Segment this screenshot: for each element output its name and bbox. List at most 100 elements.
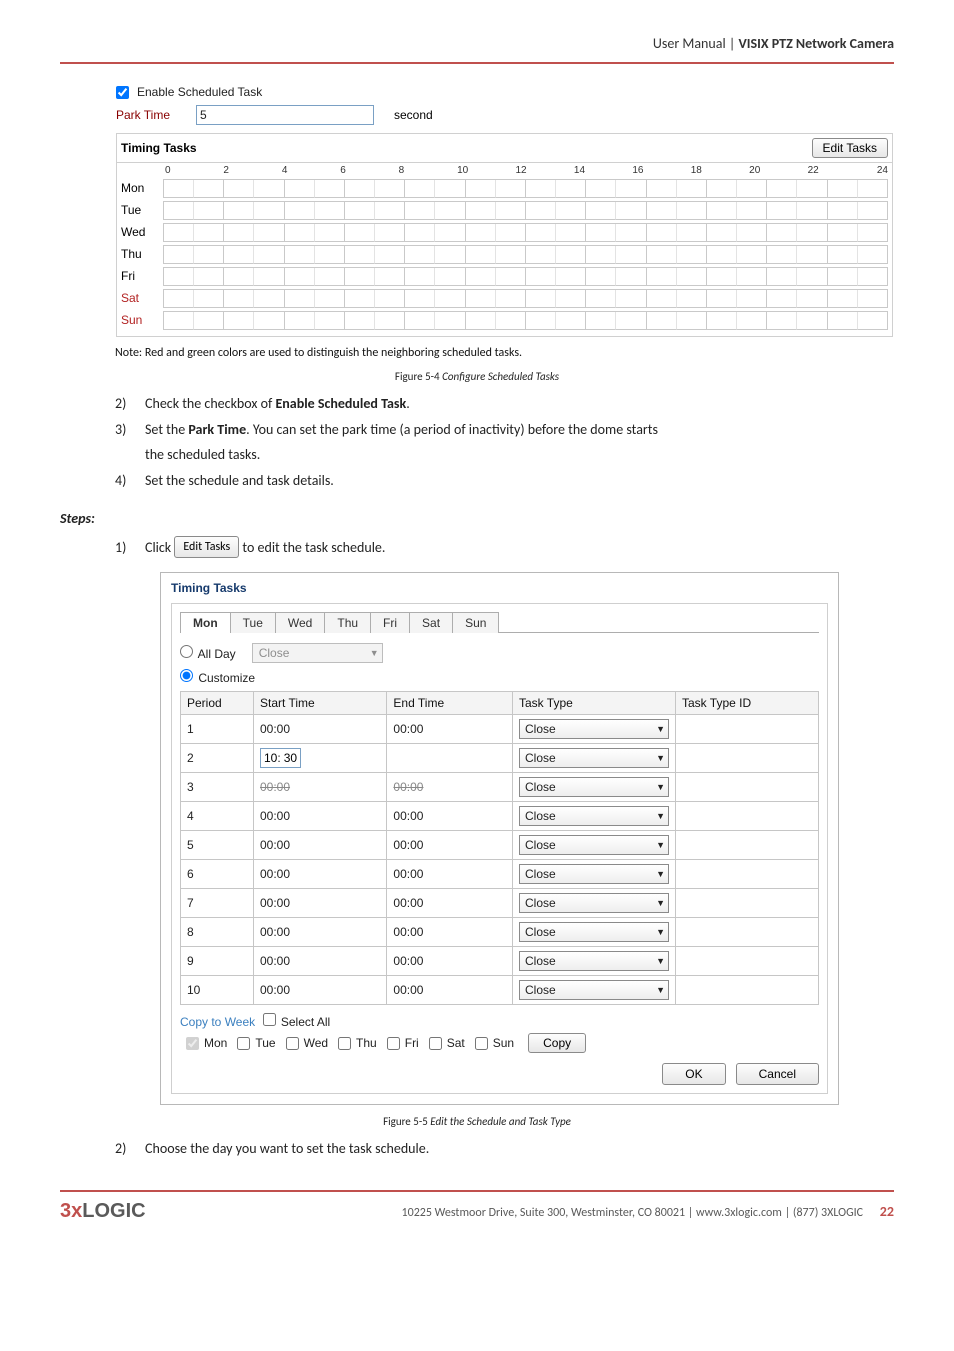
schedule-cells[interactable] [163, 289, 888, 308]
tab-sat[interactable]: Sat [409, 612, 453, 633]
table-row: 700:0000:00Close▼ [181, 889, 819, 918]
schedule-cells[interactable] [163, 311, 888, 330]
task-type-cell[interactable]: Close▼ [513, 947, 676, 976]
schedule-cells[interactable] [163, 245, 888, 264]
schedule-row: Thu [121, 244, 888, 264]
ok-button[interactable]: OK [662, 1063, 725, 1085]
copy-button[interactable]: Copy [528, 1033, 586, 1053]
task-type-cell[interactable]: Close▼ [513, 802, 676, 831]
tab-tue[interactable]: Tue [230, 612, 276, 633]
tab-fri[interactable]: Fri [370, 612, 410, 633]
task-type-select[interactable]: Close▼ [519, 893, 669, 913]
end-time-cell[interactable]: 00:00 [387, 889, 513, 918]
table-row: 210 : 30Close▼ [181, 744, 819, 773]
page-number: 22 [880, 1203, 894, 1220]
end-time-cell[interactable]: 00:00 [387, 802, 513, 831]
copy-sun-checkbox[interactable] [475, 1037, 488, 1050]
schedule-cells[interactable] [163, 223, 888, 242]
period-cell: 6 [181, 860, 254, 889]
task-type-cell[interactable]: Close▼ [513, 773, 676, 802]
start-time-cell[interactable]: 00:00 [254, 831, 387, 860]
allday-radio-label[interactable]: All Day [180, 645, 236, 661]
copy-thu-checkbox[interactable] [338, 1037, 351, 1050]
scheduled-task-panel: Enable Scheduled Task Park Time second T… [115, 82, 894, 338]
tab-mon[interactable]: Mon [180, 612, 231, 633]
task-type-id-cell [676, 744, 819, 773]
task-type-select[interactable]: Close▼ [519, 835, 669, 855]
copy-to-week-link[interactable]: Copy to Week [180, 1015, 255, 1029]
schedule-grid: 0 2 4 6 8 10 12 14 16 18 20 22 24 MonTue… [116, 162, 893, 337]
hour-label: 12 [516, 165, 574, 176]
end-time-cell[interactable]: 00:00 [387, 918, 513, 947]
task-type-cell[interactable]: Close▼ [513, 976, 676, 1005]
task-type-select[interactable]: Close▼ [519, 806, 669, 826]
footer-address: 10225 Westmoor Drive, Suite 300, Westmin… [402, 1203, 894, 1220]
start-time-cell[interactable]: 00:00 [254, 860, 387, 889]
chevron-down-icon: ▼ [656, 724, 665, 734]
end-time-cell[interactable]: 00:00 [387, 947, 513, 976]
start-time-cell[interactable]: 00:00 [254, 715, 387, 744]
task-type-select[interactable]: Close▼ [519, 864, 669, 884]
task-type-select[interactable]: Close▼ [519, 980, 669, 1000]
task-type-select[interactable]: Close▼ [519, 777, 669, 797]
schedule-cells[interactable] [163, 201, 888, 220]
task-type-cell[interactable]: Close▼ [513, 831, 676, 860]
start-time-cell[interactable]: 00:00 [254, 947, 387, 976]
copy-sat-checkbox[interactable] [429, 1037, 442, 1050]
task-type-select[interactable]: Close▼ [519, 922, 669, 942]
task-type-select[interactable]: Close▼ [519, 951, 669, 971]
hour-label: 14 [574, 165, 632, 176]
task-type-id-cell [676, 947, 819, 976]
copy-tue-checkbox[interactable] [237, 1037, 250, 1050]
hour-label: 8 [399, 165, 457, 176]
start-time-cell[interactable]: 00:00 [254, 976, 387, 1005]
end-time-cell[interactable]: 00:00 [387, 860, 513, 889]
schedule-row: Fri [121, 266, 888, 286]
start-time-cell[interactable]: 00:00 [254, 918, 387, 947]
start-time-cell[interactable]: 00:00 [254, 889, 387, 918]
copy-mon-checkbox [186, 1037, 199, 1050]
chevron-down-icon: ▼ [370, 648, 379, 658]
enable-scheduled-checkbox[interactable] [116, 86, 129, 99]
copy-fri-checkbox[interactable] [387, 1037, 400, 1050]
chevron-down-icon: ▼ [656, 811, 665, 821]
customize-radio[interactable] [180, 669, 193, 682]
start-time-cell[interactable]: 10 : 30 [254, 744, 387, 773]
task-type-cell[interactable]: Close▼ [513, 715, 676, 744]
tab-wed[interactable]: Wed [275, 612, 325, 633]
park-time-input[interactable] [196, 105, 374, 125]
tab-thu[interactable]: Thu [324, 612, 371, 633]
schedule-day-label: Wed [121, 225, 163, 239]
task-type-cell[interactable]: Close▼ [513, 918, 676, 947]
list-num: 1) [115, 537, 133, 559]
col-typeid: Task Type ID [676, 692, 819, 715]
copy-wed-checkbox[interactable] [286, 1037, 299, 1050]
end-time-cell[interactable]: 00:00 [387, 976, 513, 1005]
task-type-select[interactable]: Close▼ [519, 748, 669, 768]
period-cell: 7 [181, 889, 254, 918]
start-time-cell[interactable]: 00:00 [254, 802, 387, 831]
period-cell: 3 [181, 773, 254, 802]
time-editor[interactable]: 10 : 30 [260, 748, 301, 768]
end-time-cell[interactable] [387, 744, 513, 773]
tasks-table: Period Start Time End Time Task Type Tas… [180, 691, 819, 1005]
end-time-cell[interactable]: 00:00 [387, 831, 513, 860]
task-type-select[interactable]: Close▼ [519, 719, 669, 739]
end-time-cell[interactable]: 00:00 [387, 715, 513, 744]
start-time-cell[interactable]: 00:00 [254, 773, 387, 802]
task-type-cell[interactable]: Close▼ [513, 889, 676, 918]
cancel-button[interactable]: Cancel [736, 1063, 819, 1085]
tab-sun[interactable]: Sun [452, 612, 499, 633]
col-period: Period [181, 692, 254, 715]
schedule-cells[interactable] [163, 179, 888, 198]
task-type-cell[interactable]: Close▼ [513, 744, 676, 773]
allday-radio[interactable] [180, 645, 193, 658]
customize-radio-label[interactable]: Customize [180, 669, 255, 685]
select-all-checkbox[interactable] [263, 1013, 276, 1026]
page-footer: 3xLOGIC 10225 Westmoor Drive, Suite 300,… [60, 1200, 894, 1223]
edit-tasks-inline-button[interactable]: Edit Tasks [174, 536, 239, 559]
schedule-cells[interactable] [163, 267, 888, 286]
edit-tasks-button[interactable]: Edit Tasks [812, 138, 888, 158]
end-time-cell[interactable]: 00:00 [387, 773, 513, 802]
task-type-cell[interactable]: Close▼ [513, 860, 676, 889]
